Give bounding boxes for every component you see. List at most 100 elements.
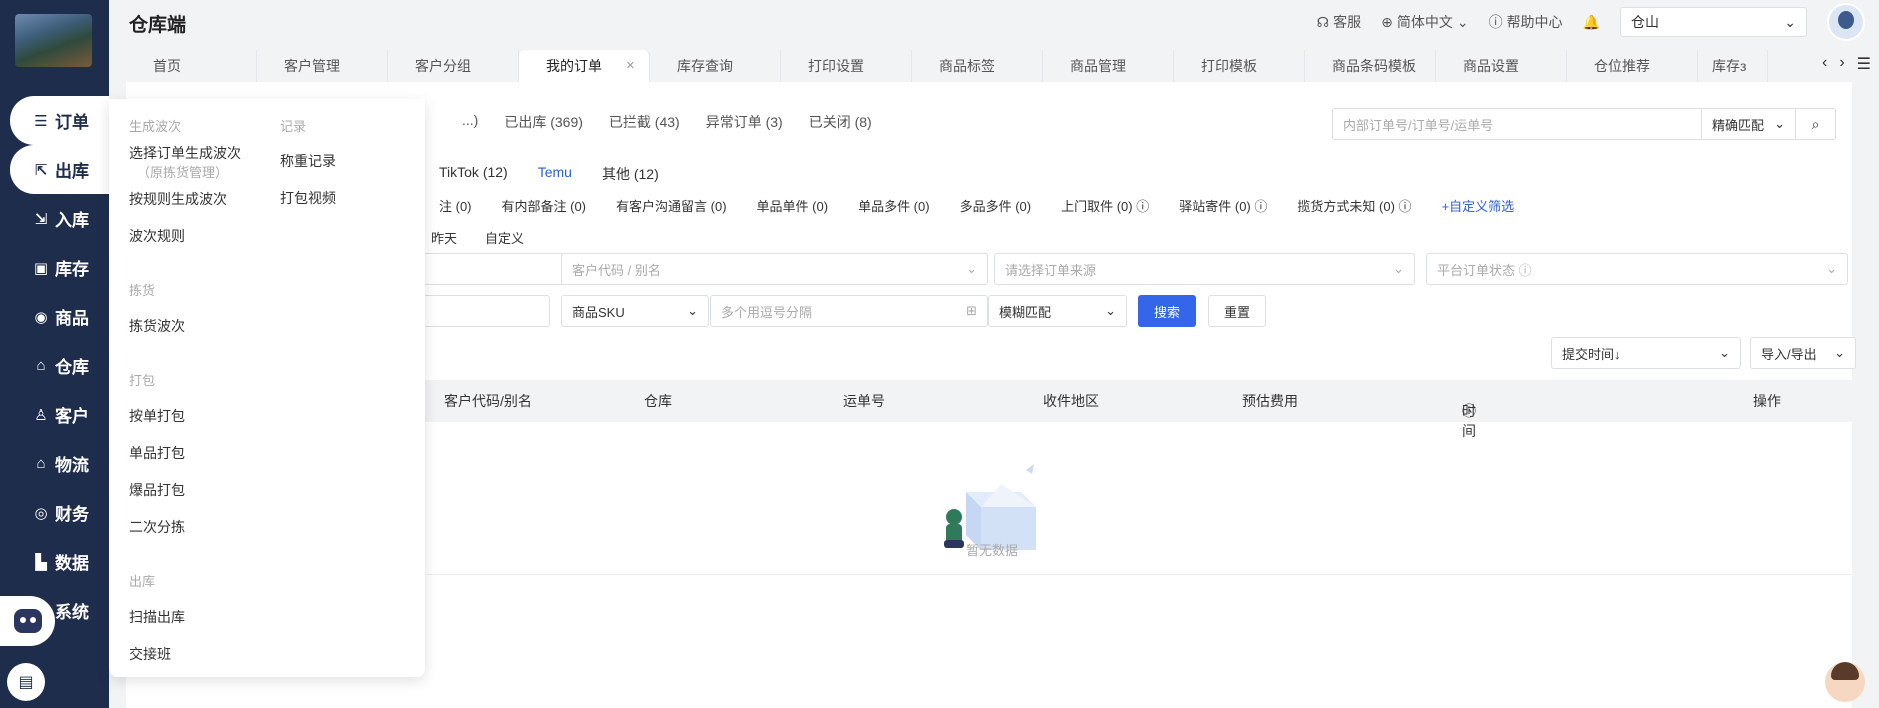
date-yesterday[interactable]: 昨天 — [431, 228, 457, 247]
tab-my-orders[interactable]: 我的订单 ✕ — [519, 50, 650, 82]
menu-item-pack-videos[interactable]: 打包视频 — [280, 188, 336, 208]
search-submit-button[interactable]: 搜索 — [1138, 295, 1196, 327]
notification-button[interactable]: 🔔 — [1583, 14, 1600, 31]
custom-filter-link[interactable]: +自定义筛选 — [1442, 196, 1515, 215]
question-icon: ⓘ — [1398, 199, 1412, 214]
tab-customer-groups[interactable]: 客户分组 — [388, 50, 519, 82]
chevron-left-icon[interactable]: ‹ — [1822, 54, 1827, 74]
list-icon: ⊞ — [966, 303, 977, 318]
tab-product-management[interactable]: 商品管理 — [1043, 50, 1174, 82]
warehouse-select[interactable]: 仓山 ⌄ — [1620, 7, 1807, 37]
date-custom[interactable]: 自定义 — [485, 228, 524, 247]
status-tab-intercepted[interactable]: 已拦截 (43) — [609, 112, 680, 132]
menu-item-secondary-sort[interactable]: 二次分拣 — [129, 517, 185, 537]
platform-other[interactable]: 其他 (12) — [602, 164, 659, 184]
tab-print-templates[interactable]: 打印模板 — [1174, 50, 1305, 82]
status-tab-closed[interactable]: 已关闭 (8) — [809, 112, 872, 132]
sort-select[interactable]: 提交时间↓ ⌄ — [1551, 337, 1741, 369]
menu-item-picking-wave[interactable]: 拣货波次 — [129, 316, 185, 336]
fuzzy-match-select[interactable]: 模糊匹配 ⌄ — [988, 295, 1127, 327]
menu-item-hot-pack[interactable]: 爆品打包 — [129, 480, 185, 500]
filter-single-multi[interactable]: 单品多件 (0) — [858, 196, 930, 215]
tab-inventory-other[interactable]: 库存з — [1698, 50, 1768, 82]
tab-product-settings[interactable]: 商品设置 — [1436, 50, 1567, 82]
col-warehouse: 仓库 — [644, 393, 672, 409]
notes-button[interactable]: ▤ — [7, 663, 45, 701]
menu-item-scan-outbound[interactable]: 扫描出库 — [129, 607, 185, 627]
empty-text: 暂无数据 — [966, 543, 1019, 558]
filter-station-send[interactable]: 驿站寄件 (0) ⓘ — [1179, 196, 1267, 215]
robot-assistant-button[interactable] — [0, 596, 55, 646]
sidebar-item-inbound[interactable]: ⇲ 入库 — [0, 194, 109, 243]
tab-location-recommend[interactable]: 仓位推荐 — [1567, 50, 1698, 82]
sku-type-select[interactable]: 商品SKU ⌄ — [561, 295, 709, 327]
tab-product-labels[interactable]: 商品标签 — [912, 50, 1043, 82]
money-icon: ◎ — [34, 504, 48, 522]
status-tab-exception[interactable]: 异常订单 (3) — [706, 112, 783, 132]
platform-status-select[interactable]: 平台订单状态 ⓘ ⌄ — [1426, 253, 1848, 285]
question-icon: ⓘ — [1518, 262, 1532, 278]
reset-button[interactable]: 重置 — [1208, 295, 1266, 327]
search-input[interactable]: 内部订单号/订单号/运单号 — [1333, 109, 1701, 139]
empty-box-illustration — [944, 464, 1036, 550]
menu-item-weigh-records[interactable]: 称重记录 — [280, 151, 336, 171]
chevron-down-icon: ⌄ — [1826, 261, 1837, 276]
tab-home[interactable]: 首页 — [126, 50, 257, 82]
avatar[interactable] — [1827, 3, 1865, 41]
import-export-dropdown[interactable]: 导入/导出 ⌄ — [1750, 337, 1856, 369]
match-mode-select[interactable]: 精确匹配 ⌄ — [1701, 109, 1795, 139]
tab-barcode-templates[interactable]: 商品条码模板 — [1305, 50, 1436, 82]
tab-inventory-query[interactable]: 库存查询 — [650, 50, 781, 82]
customer-select[interactable]: 客户代码 / 别名 ⌄ — [561, 253, 988, 285]
sidebar-nav: ☰ 订单 ⇱ 出库 ⇲ 入库 ▣ 库存 ◉ 商品 ⌂ 仓库 ♙ 客户 ⌂ 物流 ◎ 财务 ▙ 数据 … — [0, 96, 109, 635]
sidebar-item-data[interactable]: ▙ 数据 — [0, 537, 109, 586]
chevron-right-icon[interactable]: › — [1839, 54, 1844, 74]
filter-customer-message[interactable]: 有客户沟通留言 (0) — [616, 196, 727, 215]
menu-item-wave-rules[interactable]: 波次规则 — [129, 226, 185, 246]
sidebar-item-outbound[interactable]: ⇱ 出库 — [10, 145, 109, 194]
sidebar-item-warehouse[interactable]: ⌂ 仓库 — [0, 341, 109, 390]
sidebar-item-orders[interactable]: ☰ 订单 — [10, 96, 109, 145]
platform-temu[interactable]: Temu — [538, 164, 572, 184]
filter-door-pickup[interactable]: 上门取件 (0) ⓘ — [1061, 196, 1149, 215]
menu-item-pack-by-order[interactable]: 按单打包 — [129, 406, 185, 426]
platform-tiktok[interactable]: TikTok (12) — [439, 164, 508, 184]
bag-icon: ◉ — [34, 308, 48, 326]
filter-pickup-unknown[interactable]: 揽货方式未知 (0) ⓘ — [1297, 196, 1411, 215]
filter-internal-note[interactable]: 有内部备注 (0) — [502, 196, 587, 215]
chevron-down-icon: ⌄ — [1774, 116, 1785, 131]
sidebar-item-customers[interactable]: ♙ 客户 — [0, 390, 109, 439]
status-tab-shipped[interactable]: 已出库 (369) — [504, 112, 583, 132]
support-avatar-button[interactable] — [1825, 662, 1865, 702]
menu-item-select-orders-wave[interactable]: 选择订单生成波次 — [129, 143, 241, 163]
customer-service-link[interactable]: ☊ 客服 — [1317, 12, 1361, 32]
language-selector[interactable]: ⊕ 简体中文 ⌄ — [1381, 12, 1468, 32]
menu-item-shift-handover[interactable]: 交接班 — [129, 644, 171, 664]
chevron-down-icon: ⌄ — [966, 261, 977, 276]
filter-single-single[interactable]: 单品单件 (0) — [757, 196, 829, 215]
sidebar-item-finance[interactable]: ◎ 财务 — [0, 488, 109, 537]
sidebar-item-products[interactable]: ◉ 商品 — [0, 292, 109, 341]
question-icon: ⓘ — [1462, 403, 1476, 419]
sku-input[interactable]: 多个用逗号分隔 ⊞ — [710, 295, 988, 327]
filter-note[interactable]: 注 (0) — [439, 196, 472, 215]
search-button[interactable]: ⌕ — [1795, 109, 1835, 139]
close-icon[interactable]: ✕ — [626, 59, 635, 72]
chart-icon: ▙ — [35, 553, 47, 571]
chevron-down-icon: ⌄ — [1393, 261, 1404, 276]
filter-multi-multi[interactable]: 多品多件 (0) — [960, 196, 1032, 215]
status-tab[interactable]: ...) — [462, 112, 478, 132]
tab-customer-management[interactable]: 客户管理 — [257, 50, 388, 82]
sidebar-item-logistics[interactable]: ⌂ 物流 — [0, 439, 109, 488]
sidebar-item-inventory[interactable]: ▣ 库存 — [0, 243, 109, 292]
menu-item-single-pack[interactable]: 单品打包 — [129, 443, 185, 463]
topbar: 仓库端 ☊ 客服 ⊕ 简体中文 ⌄ ⓘ 帮助中心 🔔 仓山 ⌄ — [109, 0, 1879, 44]
menu-group-title: 记录 — [280, 119, 307, 134]
tab-print-settings[interactable]: 打印设置 — [781, 50, 912, 82]
status-tabs: ...) 已出库 (369) 已拦截 (43) 异常订单 (3) 已关闭 (8) — [462, 112, 872, 132]
help-center-link[interactable]: ⓘ 帮助中心 — [1489, 12, 1563, 32]
menu-item-rule-wave[interactable]: 按规则生成波次 — [129, 189, 227, 209]
user-icon: ♙ — [34, 406, 48, 424]
order-source-select[interactable]: 请选择订单来源 ⌄ — [994, 253, 1415, 285]
menu-icon[interactable]: ☰ — [1857, 54, 1871, 74]
